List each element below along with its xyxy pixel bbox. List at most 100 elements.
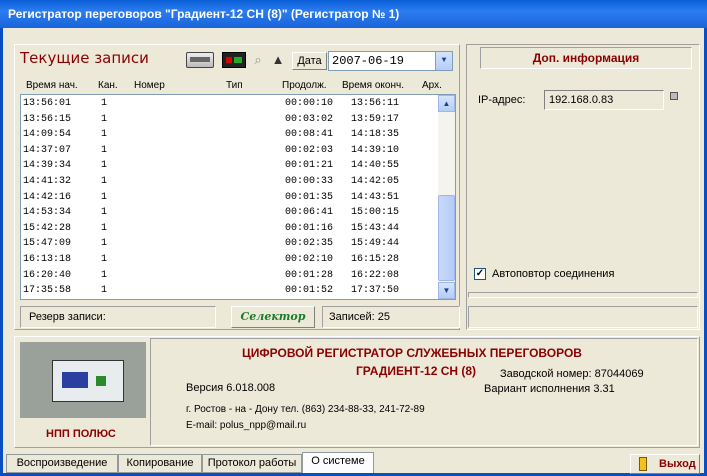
cell-ch: 1 — [101, 254, 108, 265]
records-status: Резерв записи: Селектор Записей: 25 — [20, 306, 460, 328]
cell-ch: 1 — [101, 113, 108, 125]
device-screen — [62, 372, 88, 388]
cell-ch: 1 — [101, 191, 108, 203]
col-duration: Продолж. — [282, 80, 327, 91]
variant: Вариант исполнения 3.31 — [484, 383, 615, 395]
records-title: Текущие записи — [20, 49, 149, 67]
tab-log[interactable]: Протокол работы — [202, 454, 302, 473]
cell-end: 14:40:55 — [351, 160, 400, 172]
device-button — [96, 376, 106, 386]
progress-bar — [468, 292, 698, 298]
cell-start: 14:42:16 — [23, 191, 72, 203]
cell-ch: 1 — [101, 222, 108, 234]
tab-copy[interactable]: Копирование — [118, 454, 202, 473]
cell-ch: 1 — [101, 207, 108, 219]
table-row[interactable]: 14:37:07 1 00:02:03 14:39:10 — [21, 144, 439, 157]
cell-end: 15:43:44 — [351, 222, 400, 234]
table-row[interactable]: 14:53:34 1 00:06:41 15:00:15 — [21, 206, 439, 219]
list-scrollbar[interactable]: ▲ ▼ — [438, 95, 455, 299]
col-end: Время оконч. — [342, 80, 404, 91]
cell-duration: 00:01:16 — [285, 222, 334, 234]
cell-end: 17:37:50 — [351, 285, 400, 297]
contact-address: г. Ростов - на - Дону тел. (863) 234-88-… — [186, 404, 425, 415]
cell-ch: 1 — [101, 269, 108, 281]
col-start: Время нач. — [26, 80, 78, 91]
cell-duration: 00:01:52 — [285, 285, 334, 297]
cell-start: 16:20:40 — [23, 269, 72, 281]
cell-end: 14:43:51 — [351, 191, 400, 203]
cell-end: 16:15:28 — [351, 254, 400, 265]
cell-ch: 1 — [101, 160, 108, 172]
cell-start: 13:56:15 — [23, 113, 72, 125]
cell-end: 14:18:35 — [351, 129, 400, 141]
filter-icon[interactable]: ▲ — [270, 52, 286, 68]
cell-duration: 00:02:10 — [285, 254, 334, 265]
selector-button[interactable]: Селектор — [231, 306, 315, 328]
cell-start: 17:35:58 — [23, 285, 72, 297]
device-photo — [20, 342, 146, 418]
table-row[interactable]: 14:41:32 1 00:00:33 14:42:05 — [21, 175, 439, 188]
scroll-down-icon[interactable]: ▼ — [438, 282, 455, 299]
cell-end: 15:00:15 — [351, 207, 400, 219]
ip-address-field: 192.168.0.83 — [544, 90, 664, 110]
cell-end: 14:39:10 — [351, 144, 400, 156]
table-row[interactable]: 13:56:01 1 00:00:10 13:56:11 — [21, 97, 439, 110]
tape-icon[interactable] — [186, 52, 214, 68]
autorepeat-label[interactable]: Автоповтор соединения — [492, 268, 614, 280]
tab-about[interactable]: О системе — [302, 452, 374, 473]
status-field — [468, 306, 698, 328]
col-archive: Арх. — [422, 80, 442, 91]
cell-start: 14:09:54 — [23, 129, 72, 141]
cell-duration: 00:00:33 — [285, 176, 334, 187]
cell-start: 14:37:07 — [23, 144, 72, 156]
cell-duration: 00:01:28 — [285, 269, 334, 281]
cell-start: 13:56:01 — [23, 98, 72, 109]
cell-start: 16:13:18 — [23, 254, 72, 265]
table-row[interactable]: 15:47:09 1 00:02:35 15:49:44 — [21, 237, 439, 250]
cell-duration: 00:01:21 — [285, 160, 334, 172]
col-number: Номер — [134, 80, 165, 91]
chevron-down-icon[interactable]: ▼ — [435, 52, 452, 70]
table-row[interactable]: 16:20:40 1 00:01:28 16:22:08 — [21, 269, 439, 282]
table-row[interactable]: 14:39:34 1 00:01:21 14:40:55 — [21, 159, 439, 172]
cell-ch: 1 — [101, 238, 108, 250]
autorepeat-checkbox[interactable]: ✓ — [474, 268, 486, 280]
col-type: Тип — [226, 80, 243, 91]
cell-duration: 00:00:10 — [285, 98, 334, 109]
scroll-up-icon[interactable]: ▲ — [438, 95, 455, 112]
records-list[interactable]: 13:56:01 1 00:00:10 13:56:11 13:56:15 1 00:03:… — [20, 94, 456, 300]
search-icon[interactable]: ⌕ — [250, 52, 266, 68]
exit-button[interactable]: Выход — [630, 454, 700, 474]
cell-start: 15:42:28 — [23, 222, 72, 234]
ip-label: IP-адрес: — [478, 94, 526, 106]
table-row[interactable]: 15:42:28 1 00:01:16 15:43:44 — [21, 222, 439, 235]
cell-duration: 00:08:41 — [285, 129, 334, 141]
date-select[interactable]: 2007-06-19 ▼ — [328, 51, 453, 71]
version: Версия 6.018.008 — [186, 382, 276, 394]
cell-start: 14:53:34 — [23, 207, 72, 219]
product-model: ГРАДИЕНТ-12 СН (8) — [356, 364, 477, 378]
cell-end: 16:22:08 — [351, 269, 400, 281]
table-row[interactable]: 13:56:15 1 00:03:02 13:59:17 — [21, 113, 439, 126]
cell-ch: 1 — [101, 176, 108, 187]
scroll-thumb[interactable] — [438, 195, 455, 281]
date-value: 2007-06-19 — [332, 54, 405, 68]
serial-number: Заводской номер: 87044069 — [500, 368, 644, 380]
connection-indicator-icon — [670, 92, 678, 100]
exit-label: Выход — [659, 458, 696, 470]
cell-start: 15:47:09 — [23, 238, 72, 250]
table-row[interactable]: 14:42:16 1 00:01:35 14:43:51 — [21, 191, 439, 204]
cell-end: 15:49:44 — [351, 238, 400, 250]
cell-end: 13:56:11 — [351, 98, 400, 109]
cell-duration: 00:02:03 — [285, 144, 334, 156]
cell-start: 14:41:32 — [23, 176, 72, 187]
date-button[interactable]: Дата — [292, 52, 327, 70]
cell-end: 14:42:05 — [351, 176, 400, 187]
extra-info-title: Доп. информация — [480, 47, 692, 69]
reserve-label: Резерв записи: — [20, 306, 216, 328]
table-row[interactable]: 14:09:54 1 00:08:41 14:18:35 — [21, 128, 439, 141]
table-row[interactable]: 16:13:18 1 00:02:10 16:15:28 — [21, 253, 439, 266]
table-row[interactable]: 17:35:58 1 00:01:52 17:37:50 — [21, 284, 439, 297]
device-icon[interactable] — [222, 52, 246, 68]
tab-playback[interactable]: Воспроизведение — [6, 454, 118, 473]
